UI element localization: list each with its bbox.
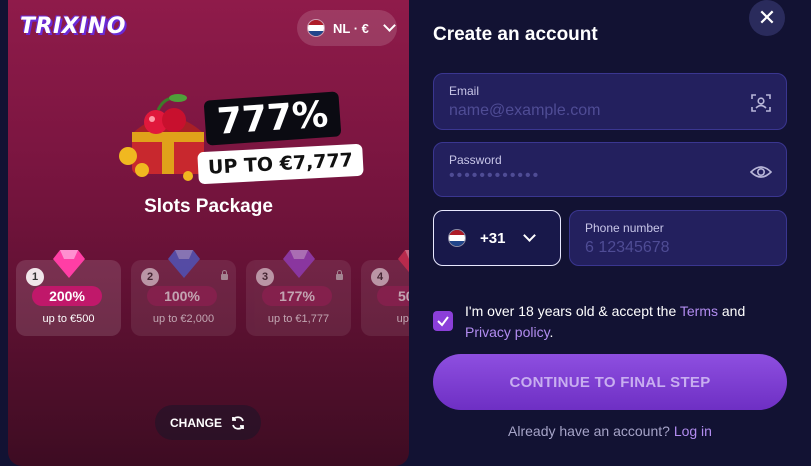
phone-input[interactable]: 6 12345678 bbox=[585, 239, 670, 257]
gem-icon bbox=[283, 250, 315, 278]
age-terms-checkbox[interactable] bbox=[433, 311, 453, 331]
phone-country-code-select[interactable]: +31 bbox=[433, 210, 561, 266]
tier-number: 3 bbox=[256, 268, 274, 286]
netherlands-flag-icon bbox=[307, 19, 325, 37]
email-field[interactable]: Email name@example.com bbox=[433, 73, 787, 130]
promo-panel: TRIXINO NL · € 777% UP TO €7,777 Slots P… bbox=[8, 0, 409, 466]
terms-suffix: . bbox=[549, 324, 554, 340]
password-field[interactable]: Password •••••••••••• bbox=[433, 142, 787, 197]
eye-icon[interactable] bbox=[750, 161, 772, 183]
signup-modal: TRIXINO NL · € 777% UP TO €7,777 Slots P… bbox=[0, 0, 811, 466]
gem-icon bbox=[398, 250, 409, 273]
tier-number: 4 bbox=[371, 268, 389, 286]
chevron-down-icon bbox=[383, 19, 396, 32]
terms-and: and bbox=[718, 303, 746, 319]
login-prompt: Already have an account? Log in bbox=[433, 423, 787, 439]
email-label: Email bbox=[449, 84, 480, 98]
bonus-tier-1[interactable]: 1 200% up to €500 bbox=[16, 250, 121, 336]
refresh-icon bbox=[232, 415, 244, 430]
tier-percent: 100% bbox=[147, 286, 217, 306]
tier-number: 1 bbox=[26, 268, 44, 286]
tier-cap: up to €2,000 bbox=[152, 313, 215, 325]
lock-icon bbox=[221, 270, 228, 280]
tier-cap: up to € bbox=[396, 313, 409, 325]
password-input[interactable]: •••••••••••• bbox=[449, 167, 540, 185]
tier-percent: 50% bbox=[377, 286, 409, 306]
login-link[interactable]: Log in bbox=[674, 423, 712, 439]
gem-icon bbox=[168, 250, 200, 278]
login-prompt-text: Already have an account? bbox=[508, 423, 670, 439]
tier-number: 2 bbox=[141, 268, 159, 286]
bonus-percent-tag: 777% bbox=[203, 91, 342, 146]
phone-field[interactable]: Phone number 6 12345678 bbox=[569, 210, 787, 266]
terms-prefix: I'm over 18 years old & accept the bbox=[465, 303, 680, 319]
phone-country-code: +31 bbox=[480, 229, 506, 247]
lock-icon bbox=[336, 270, 343, 280]
language-currency-label: NL · € bbox=[333, 20, 369, 36]
netherlands-flag-icon bbox=[448, 229, 466, 247]
gem-icon bbox=[53, 250, 85, 278]
tier-cap: up to €1,777 bbox=[267, 313, 330, 325]
bonus-max-tag: UP TO €7,777 bbox=[197, 143, 364, 185]
close-button[interactable]: ✕ bbox=[749, 0, 785, 36]
bonus-tier-4[interactable]: 4 50% up to € bbox=[361, 250, 409, 336]
change-label: CHANGE bbox=[169, 415, 222, 430]
terms-text: I'm over 18 years old & accept the Terms… bbox=[465, 301, 765, 343]
tier-cap: up to €500 bbox=[42, 313, 95, 325]
form-title: Create an account bbox=[433, 24, 598, 45]
trixino-logo: TRIXINO bbox=[20, 14, 126, 39]
phone-label: Phone number bbox=[585, 221, 664, 235]
package-title: Slots Package bbox=[144, 196, 273, 217]
change-package-button[interactable]: CHANGE bbox=[155, 405, 261, 440]
privacy-policy-link[interactable]: Privacy policy bbox=[465, 324, 550, 340]
tier-percent: 200% bbox=[32, 286, 102, 306]
contact-card-icon bbox=[751, 94, 771, 112]
bonus-tier-2[interactable]: 2 100% up to €2,000 bbox=[131, 250, 236, 336]
terms-link[interactable]: Terms bbox=[680, 303, 718, 319]
bonus-tier-3[interactable]: 3 177% up to €1,777 bbox=[246, 250, 351, 336]
email-input[interactable]: name@example.com bbox=[449, 102, 600, 120]
bonus-tier-list: 1 200% up to €500 2 100% up to €2,000 3 … bbox=[16, 250, 409, 336]
password-label: Password bbox=[449, 153, 502, 167]
continue-button[interactable]: CONTINUE TO FINAL STEP bbox=[433, 354, 787, 410]
language-currency-selector[interactable]: NL · € bbox=[297, 10, 397, 46]
chevron-down-icon bbox=[523, 229, 537, 242]
checkmark-icon bbox=[437, 316, 449, 327]
tier-percent: 177% bbox=[262, 286, 332, 306]
